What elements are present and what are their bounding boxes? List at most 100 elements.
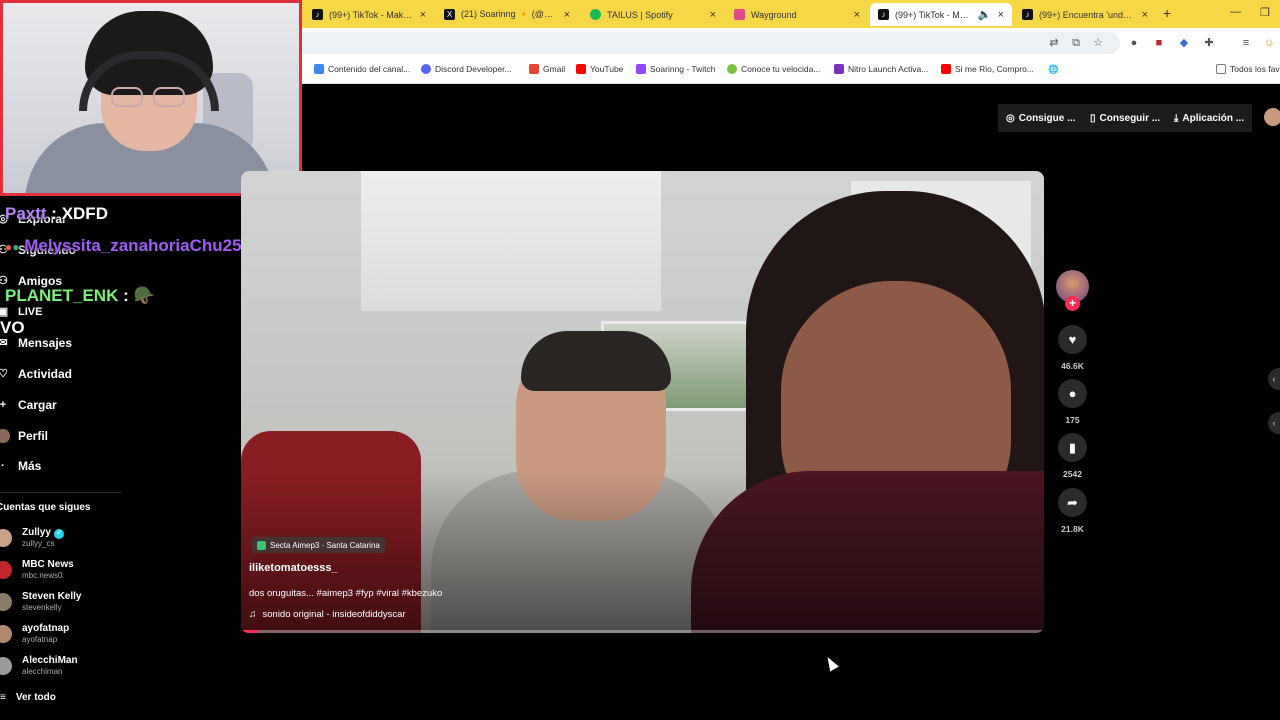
- like-button[interactable]: ♥: [1058, 325, 1087, 354]
- tab-title: (21) Soarinng 🔸 (@Soarinng): [461, 9, 558, 19]
- minimize-icon[interactable]: —: [1230, 6, 1241, 18]
- video-scene: [361, 171, 661, 311]
- new-tab-icon[interactable]: +: [1163, 5, 1171, 21]
- account-username: alecchiman: [22, 667, 63, 676]
- live-icon: ▣: [0, 306, 9, 318]
- coin-icon: ◎: [1006, 112, 1015, 124]
- close-icon[interactable]: ×: [420, 9, 426, 21]
- close-icon[interactable]: ×: [854, 9, 860, 21]
- followed-account[interactable]: Zullyy ✓ zullyy_cs: [0, 527, 120, 553]
- chat-message: VO: [0, 318, 25, 338]
- nav-label: Cargar: [18, 398, 57, 412]
- download-icon: ⤓: [1174, 112, 1179, 124]
- chat-username: PLANET_ENK: [5, 286, 119, 305]
- close-icon[interactable]: ×: [710, 9, 716, 21]
- extension-icon[interactable]: ◆: [1178, 37, 1190, 49]
- previous-video-arrow[interactable]: ‹: [1268, 368, 1280, 390]
- nav-profile[interactable]: Perfil: [0, 429, 48, 443]
- location-icon: [257, 540, 266, 550]
- browser-tab[interactable]: ♪ (99+) TikTok - Make Your Day ×: [304, 3, 434, 26]
- bookmark[interactable]: YouTube: [576, 64, 623, 74]
- see-all-label: Ver todo: [15, 692, 56, 703]
- video-scene: [521, 331, 671, 391]
- star-icon[interactable]: ☆: [1092, 37, 1104, 49]
- phone-icon: ▯: [1090, 112, 1096, 124]
- video-author[interactable]: iliketomatoesss_: [249, 562, 338, 574]
- followed-account[interactable]: MBC News mbc.news0: [0, 559, 120, 585]
- bookmark[interactable]: Conoce tu velocida...: [727, 64, 820, 74]
- followed-account[interactable]: ayofatnap ayofatnap: [0, 623, 120, 649]
- close-icon[interactable]: ×: [1142, 9, 1148, 21]
- save-count: 2542: [1063, 469, 1082, 479]
- bookmark-label: Contenido del canal...: [328, 64, 411, 74]
- bookmark[interactable]: Contenido del canal...: [314, 64, 410, 74]
- nav-live[interactable]: ▣ LIVE: [0, 305, 42, 319]
- nav-more[interactable]: · Más: [0, 459, 41, 473]
- comment-count: 175: [1065, 415, 1080, 425]
- browser-toolbar: ⇄ ⧉ ☆ ● ■ ◆ ✚ ≡ ☺: [300, 28, 1280, 58]
- get-app-button[interactable]: ▯ Conseguir ...: [1082, 104, 1169, 132]
- bookmark[interactable]: Nitro Launch Activa...: [834, 64, 928, 74]
- comment-icon: ●: [1068, 386, 1077, 401]
- speaker-icon[interactable]: 🔈: [978, 8, 992, 21]
- nav-upload[interactable]: + Cargar: [0, 398, 57, 412]
- followed-account[interactable]: AlecchiMan alecchiman: [0, 655, 120, 681]
- nav-messages[interactable]: ✉ Mensajes: [0, 336, 72, 350]
- like-count: 46.6K: [1061, 361, 1084, 371]
- follow-plus-icon[interactable]: +: [1065, 296, 1080, 311]
- save-button[interactable]: ▮: [1058, 433, 1087, 462]
- video-progress-bar[interactable]: [241, 630, 1044, 633]
- upload-icon: +: [0, 399, 7, 411]
- install-icon[interactable]: ⧉: [1070, 37, 1082, 49]
- media-icon[interactable]: ≡: [1240, 37, 1252, 49]
- extension-icon[interactable]: ■: [1153, 37, 1165, 49]
- bookmark[interactable]: Si me Rio, Compro...: [941, 64, 1034, 74]
- account-username: zullyy_cs: [22, 539, 55, 548]
- see-all-link[interactable]: ≡ Ver todo: [0, 692, 56, 703]
- video-player[interactable]: [241, 171, 1044, 633]
- nav-label: Actividad: [18, 367, 73, 381]
- desktop-app-button[interactable]: ⤓ Aplicación ...: [1166, 104, 1253, 132]
- puzzle-icon[interactable]: ✚: [1203, 37, 1215, 49]
- tiktok-icon: ♪: [312, 9, 323, 20]
- bookmark-folder[interactable]: Todos los favoritos: [1216, 64, 1280, 74]
- user-avatar[interactable]: [1264, 108, 1280, 126]
- bookmark[interactable]: Discord Developer...: [421, 64, 512, 74]
- close-icon[interactable]: ×: [564, 9, 570, 21]
- restore-icon[interactable]: ❐: [1260, 6, 1270, 19]
- location-badge[interactable]: Secta Aimep3 · Santa Catarina: [252, 537, 385, 553]
- translate-icon[interactable]: ⇄: [1048, 37, 1060, 49]
- avatar: [0, 657, 12, 675]
- followed-account[interactable]: Steven Kelly stevenkelly: [0, 591, 120, 617]
- get-coins-button[interactable]: ◎ Consigue ...: [998, 104, 1084, 132]
- nav-label: Mensajes: [18, 336, 73, 350]
- browser-tab[interactable]: X (21) Soarinng 🔸 (@Soarinng) ×: [436, 3, 578, 26]
- share-button[interactable]: ➦: [1058, 488, 1087, 517]
- browser-tab[interactable]: Wayground ×: [726, 3, 868, 26]
- messages-icon: ✉: [0, 337, 8, 349]
- account-name: MBC News: [22, 559, 74, 570]
- video-progress-fill: [241, 630, 258, 633]
- badge-icon: ●: [12, 240, 20, 254]
- gmail-icon: [529, 64, 539, 74]
- extension-icon[interactable]: ●: [1128, 37, 1140, 49]
- globe-icon[interactable]: 🌐: [1048, 64, 1059, 75]
- video-sound[interactable]: ♫ sonido original - insideofdiddyscar: [249, 609, 406, 620]
- bookmark-label: YouTube: [590, 64, 624, 74]
- spotify-icon: [590, 9, 601, 20]
- nav-activity[interactable]: ♡ Actividad: [0, 367, 72, 381]
- close-icon[interactable]: ×: [998, 9, 1004, 21]
- account-name: Steven Kelly: [22, 591, 82, 602]
- bookmark-label: Conoce tu velocida...: [741, 64, 821, 74]
- comment-button[interactable]: ●: [1058, 379, 1087, 408]
- bookmark[interactable]: Soarinng - Twitch: [636, 64, 716, 74]
- bookmark[interactable]: Gmail: [529, 64, 565, 74]
- browser-tab-active[interactable]: ♪ (99+) TikTok - Make Your Day 🔈 ×: [870, 3, 1012, 26]
- bookmark-label: Todos los favoritos: [1230, 64, 1280, 74]
- browser-tab[interactable]: ♪ (99+) Encuentra 'undertale' ×: [1014, 3, 1156, 26]
- browser-tab[interactable]: TAILUS | Spotify ×: [582, 3, 724, 26]
- address-bar[interactable]: [300, 32, 1120, 54]
- next-video-arrow[interactable]: ‹: [1268, 412, 1280, 434]
- profile-avatar-icon[interactable]: ☺: [1263, 37, 1275, 49]
- x-icon: X: [444, 9, 455, 20]
